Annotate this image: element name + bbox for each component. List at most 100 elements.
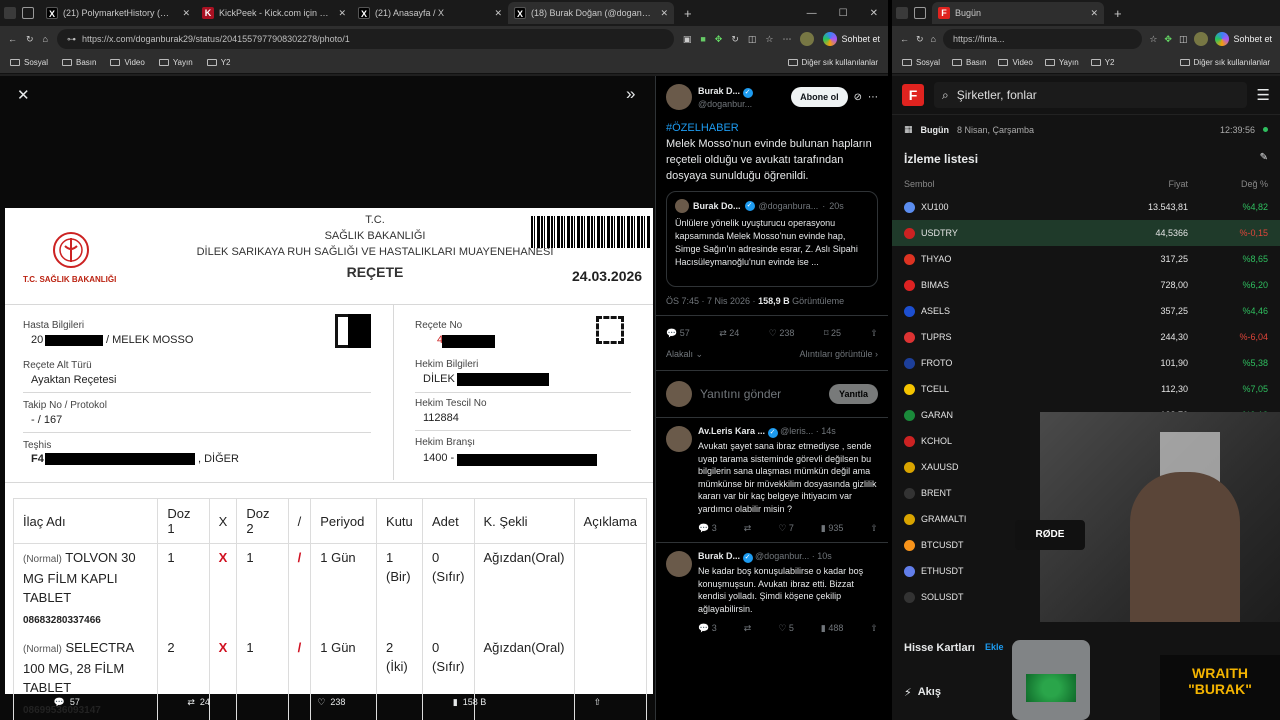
column-header[interactable]: Değ %	[1208, 179, 1268, 189]
watchlist-row[interactable]: TCELL 112,30 %7,05	[892, 376, 1280, 402]
menu-icon[interactable]: ☰	[1257, 86, 1270, 104]
home-icon[interactable]: ⌂	[931, 34, 936, 44]
close-window-icon[interactable]: ✕	[870, 8, 878, 19]
site-info-icon[interactable]: ⊶	[67, 34, 76, 45]
cards-add-button[interactable]: Ekle	[985, 642, 1004, 654]
repost-button[interactable]: ⇄ 24	[719, 328, 739, 339]
other-bookmarks[interactable]: Diğer sık kullanılanlar	[1179, 58, 1270, 67]
more-icon[interactable]: ⋯	[782, 34, 791, 45]
author-name[interactable]: Burak D...	[698, 86, 740, 96]
like-button[interactable]: ♡ 5	[778, 623, 794, 634]
back-icon[interactable]: ←	[900, 34, 909, 44]
relevance-dropdown[interactable]: Alakalı ⌄	[666, 349, 703, 360]
bookmark-folder[interactable]: Y2	[1090, 58, 1114, 67]
close-icon[interactable]: ✕	[494, 8, 502, 19]
watchlist-row[interactable]: THYAO 317,25 %8,65	[892, 246, 1280, 272]
bookmark-folder[interactable]: Basın	[952, 58, 986, 67]
like-button[interactable]: ♡ 7	[778, 523, 794, 534]
reply-button[interactable]: 💬 3	[698, 523, 717, 534]
tab-actions-icon[interactable]	[22, 7, 34, 19]
extension-icon[interactable]: ✥	[715, 34, 723, 45]
tweet-time[interactable]: ÖS 7:45 · 7 Nis 2026 ·	[666, 296, 756, 306]
avatar[interactable]	[666, 426, 692, 452]
tab-polymarket[interactable]: X (21) PolymarketHistory (@Polymar ✕	[40, 2, 196, 24]
bookmark-folder[interactable]: Sosyal	[10, 58, 48, 67]
column-header[interactable]: Sembol	[904, 179, 1044, 189]
watchlist-row[interactable]: FROTO 101,90 %5,38	[892, 350, 1280, 376]
close-icon[interactable]: ✕	[182, 8, 190, 19]
close-viewer-icon[interactable]: ✕	[17, 86, 30, 104]
workspace-icon[interactable]	[896, 7, 908, 19]
tab-x-home[interactable]: X (21) Anasayfa / X ✕	[352, 2, 508, 24]
watchlist-row[interactable]: USDTRY 44,5366 %-0,15	[892, 220, 1280, 246]
bookmark-folder[interactable]: Video	[998, 58, 1033, 67]
repost-icon[interactable]: ⇄	[744, 523, 752, 534]
refresh-extension-icon[interactable]: ↻	[731, 34, 739, 45]
more-icon[interactable]: ⋯	[868, 92, 878, 103]
workspace-icon[interactable]	[4, 7, 16, 19]
repost-button[interactable]: ⇄ 24	[187, 697, 210, 708]
edit-icon[interactable]: ✎	[1260, 152, 1268, 166]
split-view-icon[interactable]: ◫	[748, 34, 757, 45]
back-icon[interactable]: ←	[8, 34, 17, 44]
reply-author[interactable]: Burak D...	[698, 551, 740, 561]
bookmark-folder[interactable]: Yayın	[1044, 58, 1079, 67]
new-tab-icon[interactable]: +	[1114, 6, 1122, 21]
fintables-logo-icon[interactable]: F	[902, 84, 924, 106]
minimize-icon[interactable]: —	[807, 8, 817, 19]
close-icon[interactable]: ✕	[660, 8, 668, 19]
chat-button[interactable]: Sohbet et	[823, 32, 880, 46]
views-button[interactable]: ▮ 488	[821, 623, 843, 634]
maximize-icon[interactable]: ☐	[839, 8, 848, 19]
hashtag-link[interactable]: #ÖZELHABER	[666, 120, 878, 136]
profile-avatar[interactable]	[800, 32, 815, 46]
tab-bugun[interactable]: F Bugün ✕	[932, 2, 1104, 24]
grok-icon[interactable]: ⊘	[854, 92, 862, 103]
bookmark-folder[interactable]: Y2	[206, 58, 230, 67]
bookmark-folder[interactable]: Yayın	[158, 58, 193, 67]
reload-icon[interactable]: ↻	[916, 34, 924, 45]
views-button[interactable]: ▮ 935	[821, 523, 843, 534]
watchlist-row[interactable]: ASELS 357,25 %4,46	[892, 298, 1280, 324]
address-bar[interactable]: https://finta...	[942, 29, 1143, 49]
reply-input[interactable]: Yanıtını gönder	[700, 387, 821, 401]
like-button[interactable]: ♡ 238	[317, 697, 345, 708]
reply-button[interactable]: 💬 3	[698, 623, 717, 634]
reply-button[interactable]: 💬 57	[666, 328, 690, 339]
share-button[interactable]: ⇧	[594, 697, 602, 708]
close-icon[interactable]: ✕	[1090, 8, 1098, 19]
like-button[interactable]: ♡ 238	[769, 328, 795, 339]
author-handle[interactable]: @doganbur...	[698, 98, 785, 110]
new-tab-icon[interactable]: +	[684, 6, 692, 21]
extension-icon[interactable]: ■	[700, 34, 705, 44]
home-icon[interactable]: ⌂	[43, 34, 48, 44]
column-header[interactable]: Fiyat	[1044, 179, 1208, 189]
watchlist-row[interactable]: BIMAS 728,00 %6,20	[892, 272, 1280, 298]
watchlist-row[interactable]: XU100 13.543,81 %4,82	[892, 194, 1280, 220]
favorites-icon[interactable]: ☆	[765, 34, 773, 45]
quoted-tweet[interactable]: Burak Do... ✓ @doganbura... · 20s Ünlülere …	[666, 191, 878, 287]
tab-kickpeek[interactable]: K KickPeek - Kick.com için Gerçek Za ✕	[196, 2, 352, 24]
extension-icon[interactable]: ✥	[1164, 34, 1172, 45]
tab-burak-dogan[interactable]: X (18) Burak Doğan (@doganburak2 ✕	[508, 2, 674, 24]
bookmark-folder[interactable]: Basın	[62, 58, 96, 67]
bookmark-button[interactable]: ⌑ 25	[824, 328, 841, 339]
other-bookmarks[interactable]: Diğer sık kullanılanlar	[787, 58, 878, 67]
split-view-icon[interactable]: ◫	[1179, 34, 1188, 45]
follow-button[interactable]: Abone ol	[791, 87, 848, 107]
watchlist-row[interactable]: TUPRS 244,30 %-6,04	[892, 324, 1280, 350]
reply-button[interactable]: 💬 57	[54, 697, 80, 708]
favorites-icon[interactable]: ☆	[1149, 34, 1157, 45]
views-button[interactable]: ▮ 158 B	[453, 697, 486, 708]
bookmark-folder[interactable]: Video	[110, 58, 145, 67]
extension-icon[interactable]: ▣	[683, 34, 692, 45]
reply-item[interactable]: Av.Leris Kara ... ✓ @leris... · 14s Avuk…	[656, 418, 888, 543]
avatar[interactable]	[666, 84, 692, 110]
reply-submit-button[interactable]: Yanıtla	[828, 384, 878, 404]
reload-icon[interactable]: ↻	[26, 34, 34, 45]
repost-icon[interactable]: ⇄	[744, 623, 752, 634]
reply-item[interactable]: Burak D... ✓ @doganbur... · 10s Ne kadar…	[656, 543, 888, 642]
bookmark-folder[interactable]: Sosyal	[902, 58, 940, 67]
tab-actions-icon[interactable]	[914, 7, 926, 19]
search-input[interactable]: ⌕ Şirketler, fonlar	[934, 82, 1247, 108]
